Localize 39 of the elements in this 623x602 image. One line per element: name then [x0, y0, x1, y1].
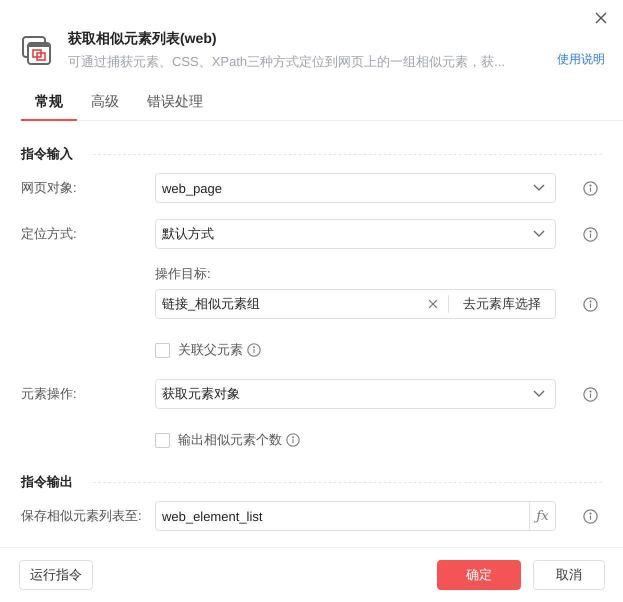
- clear-icon[interactable]: [428, 299, 438, 309]
- close-button[interactable]: [593, 10, 609, 26]
- info-icon[interactable]: [583, 296, 598, 312]
- info-icon[interactable]: [286, 433, 300, 447]
- tab[interactable]: 错误处理: [133, 93, 217, 121]
- select-field[interactable]: 默认方式: [155, 219, 556, 249]
- field-label: 定位方式:: [21, 225, 78, 243]
- cancel-button[interactable]: 取消: [533, 560, 605, 590]
- checkbox[interactable]: [155, 432, 170, 448]
- tab[interactable]: 常规: [21, 93, 77, 121]
- input-field[interactable]: web_element_list ƒx: [155, 501, 556, 531]
- chevron-down-icon: [533, 390, 545, 398]
- select-field[interactable]: 获取元素对象: [155, 379, 556, 409]
- tab[interactable]: 高级: [77, 93, 133, 121]
- browser-windows-icon: [22, 36, 52, 66]
- field-label: 网页对象:: [21, 179, 78, 197]
- input-field[interactable]: 链接_相似元素组 去元素库选择: [155, 289, 556, 319]
- section-title: 指令输出: [21, 473, 73, 491]
- checkbox-label: 关联父元素: [178, 341, 243, 359]
- chevron-down-icon: [533, 184, 545, 192]
- checkbox-label: 输出相似元素个数: [178, 431, 282, 449]
- run-button[interactable]: 运行指令: [19, 560, 93, 590]
- section-title: 指令输入: [21, 145, 73, 163]
- dialog-title: 获取相似元素列表(web): [68, 30, 218, 48]
- info-icon[interactable]: [583, 386, 598, 402]
- field-label: 操作目标:: [155, 265, 212, 283]
- function-button[interactable]: ƒx: [529, 502, 555, 530]
- info-icon[interactable]: [583, 226, 598, 242]
- help-link[interactable]: 使用说明: [557, 51, 605, 68]
- field-label: 元素操作:: [21, 385, 78, 403]
- chevron-down-icon: [533, 230, 545, 238]
- select-field[interactable]: web_page: [155, 173, 556, 203]
- info-icon[interactable]: [247, 343, 261, 357]
- info-icon[interactable]: [583, 508, 598, 524]
- library-select-button[interactable]: 去元素库选择: [448, 295, 555, 313]
- dialog-description: 可通过捕获元素、CSS、XPath三种方式定位到网页上的一组相似元素，获...: [68, 53, 506, 71]
- info-icon[interactable]: [583, 180, 598, 196]
- field-label: 保存相似元素列表至:: [21, 507, 143, 525]
- checkbox[interactable]: [155, 342, 170, 358]
